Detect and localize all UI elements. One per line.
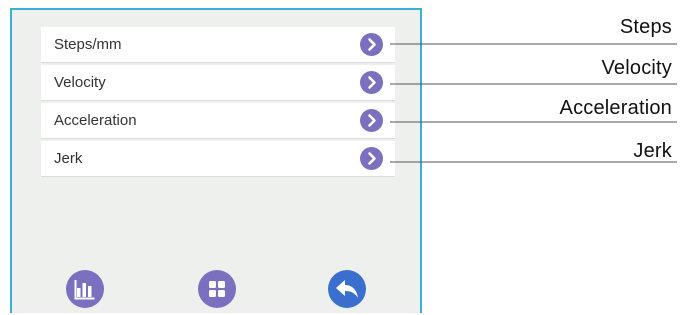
callout-label-steps: Steps — [619, 16, 672, 38]
callout-lines — [390, 43, 677, 163]
callout-label-acceleration: Acceleration — [559, 97, 672, 119]
callout-label-jerk: Jerk — [633, 140, 672, 162]
callout-label-velocity: Velocity — [601, 57, 672, 79]
